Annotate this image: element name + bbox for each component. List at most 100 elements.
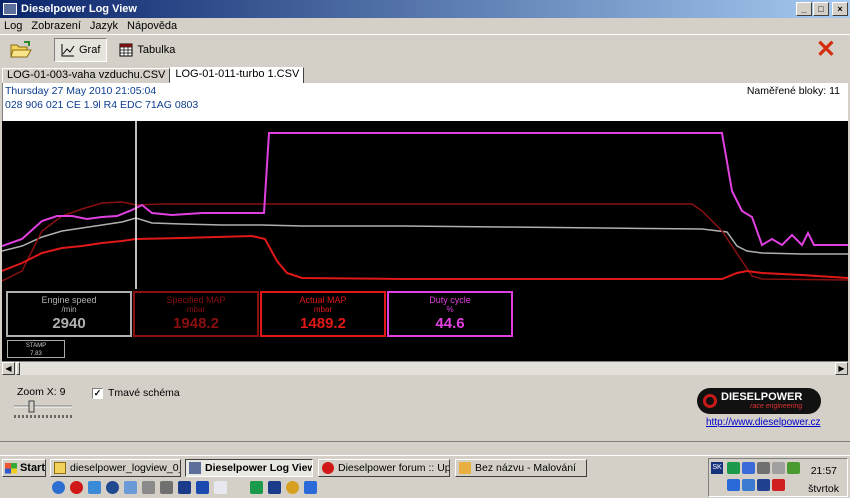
dark-scheme-label: Tmavé schéma <box>108 387 180 399</box>
player-icon[interactable] <box>106 481 119 494</box>
task-paint[interactable]: Bez názvu - Malování <box>455 459 587 477</box>
tray-shield-icon[interactable] <box>772 479 785 491</box>
windows-logo-icon <box>5 462 17 474</box>
zoom-slider[interactable] <box>14 400 74 420</box>
tray-display-icon[interactable] <box>757 479 770 491</box>
menu-bar: Log Zobrazení Jazyk Nápověda <box>0 18 850 34</box>
zoom-label: Zoom X: 9 <box>17 386 66 398</box>
chart-scrollbar[interactable]: ◀ ▶ <box>2 361 848 375</box>
graph-view-button[interactable]: Graf <box>54 37 108 62</box>
app-green-icon[interactable] <box>250 481 263 494</box>
maximize-button[interactable]: □ <box>813 2 829 16</box>
logo-swirl-icon <box>703 394 717 408</box>
website-link[interactable]: http://www.dieselpower.cz <box>706 417 821 428</box>
menu-log[interactable]: Log <box>4 20 22 32</box>
menu-help[interactable]: Nápověda <box>127 20 177 32</box>
task-label: Dieselpower forum :: Upl... <box>338 462 450 474</box>
series-line-specified-map <box>2 201 848 282</box>
logo-title: DIESELPOWER <box>721 391 803 403</box>
graph-label: Graf <box>79 43 101 56</box>
menu-view[interactable]: Zobrazení <box>31 20 81 32</box>
task-opera-forum[interactable]: Dieselpower forum :: Upl... <box>318 459 450 477</box>
gauge-name: Engine speed <box>41 295 97 305</box>
ie-icon[interactable] <box>52 481 65 494</box>
stamp-value: 7.83 <box>30 351 42 357</box>
log-datetime: Thursday 27 May 2010 21:05:04 <box>5 85 157 97</box>
tray-app-icon[interactable] <box>727 462 740 474</box>
log-info-panel: Thursday 27 May 2010 21:05:04 028 906 02… <box>2 83 848 121</box>
series-line-engine-speed <box>2 217 848 255</box>
start-label: Start <box>19 462 45 474</box>
start-button[interactable]: Start <box>2 459 46 477</box>
calculator-icon[interactable] <box>196 481 209 494</box>
log-chart[interactable]: Engine speed /min 2940 Specified MAP mba… <box>2 121 848 361</box>
open-file-button[interactable] <box>8 38 34 62</box>
gauge-actual-map: Actual MAP mbar 1489.2 <box>260 291 386 337</box>
tray-network-icon[interactable] <box>742 462 755 474</box>
table-view-button[interactable]: Tabulka <box>113 38 181 62</box>
gauge-duty-cycle: Duty cycle % 44.6 <box>387 291 513 337</box>
app-icon <box>3 3 17 15</box>
document-icon[interactable] <box>214 481 227 494</box>
tray-monitor-icon[interactable] <box>727 479 740 491</box>
dark-scheme-checkbox[interactable]: ✓ <box>92 387 103 399</box>
refresh-icon[interactable] <box>304 481 317 494</box>
opera-icon[interactable] <box>70 481 83 494</box>
title-bar: Dieselpower Log View _ □ × <box>0 0 850 18</box>
gauge-value: 1948.2 <box>173 315 219 332</box>
menu-language[interactable]: Jazyk <box>90 20 118 32</box>
quick-launch <box>52 481 317 494</box>
clock-day: štvrtok <box>808 483 839 495</box>
close-log-icon[interactable]: ✕ <box>816 38 836 62</box>
system-tray: SK 21:57 štvrtok <box>708 458 848 497</box>
ball-icon[interactable] <box>286 481 299 494</box>
toolbar: Graf Tabulka ✕ <box>0 34 850 64</box>
logo-subtitle: race engineering <box>750 403 803 410</box>
windows-taskbar: Start dieselpower_logview_0_... Dieselpo… <box>0 455 850 498</box>
bottom-panel: Zoom X: 9 ✓ Tmavé schéma DIESELPOWER rac… <box>0 376 850 438</box>
file-tabs: LOG-01-003-vaha vzduchu.CSV LOG-01-011-t… <box>2 66 305 84</box>
tray-icons-top <box>727 462 800 474</box>
task-logview[interactable]: Dieselpower Log View <box>185 459 313 477</box>
opera-icon <box>322 462 334 474</box>
tab-file-1[interactable]: LOG-01-003-vaha vzduchu.CSV <box>2 68 171 83</box>
gauge-value: 2940 <box>52 315 86 332</box>
dark-scheme-toggle[interactable]: ✓ Tmavé schéma <box>92 387 180 399</box>
tray-search-icon[interactable] <box>772 462 785 474</box>
gauge-unit: mbar <box>313 305 333 314</box>
volume-icon[interactable] <box>757 462 770 474</box>
table-icon <box>119 43 133 57</box>
desktop-icon[interactable] <box>124 481 137 494</box>
save-icon[interactable] <box>268 481 281 494</box>
car-icon[interactable] <box>142 481 155 494</box>
language-indicator[interactable]: SK <box>711 462 723 474</box>
close-button[interactable]: × <box>832 2 848 16</box>
tray-mail-icon[interactable] <box>742 479 755 491</box>
media-icon[interactable] <box>88 481 101 494</box>
gauge-unit: /min <box>61 305 77 314</box>
ecu-info: 028 906 021 CE 1.9l R4 EDC 71AG 0803 <box>5 99 199 111</box>
tab-file-2[interactable]: LOG-01-011-turbo 1.CSV <box>170 67 305 84</box>
total-icon[interactable] <box>178 481 191 494</box>
scroll-left-button[interactable]: ◀ <box>2 362 15 375</box>
person-icon[interactable] <box>232 481 245 494</box>
gauge-value: 1489.2 <box>300 315 346 332</box>
gauge-name: Actual MAP <box>299 295 347 305</box>
stamp-box: STAMP 7.83 <box>7 340 65 358</box>
table-label: Tabulka <box>137 43 176 56</box>
clock-time[interactable]: 21:57 <box>811 465 837 477</box>
task-explorer-folder[interactable]: dieselpower_logview_0_... <box>50 459 181 477</box>
gauge-unit: mbar <box>186 305 206 314</box>
scroll-thumb[interactable] <box>16 362 20 375</box>
gauge-name: Specified MAP <box>166 295 226 305</box>
tray-icons-bottom <box>727 479 785 491</box>
car2-icon[interactable] <box>160 481 173 494</box>
tray-tool-icon[interactable] <box>787 462 800 474</box>
paint-icon <box>459 462 471 474</box>
gauge-unit: % <box>446 305 454 314</box>
gauge-engine-speed: Engine speed /min 2940 <box>6 291 132 337</box>
scroll-right-button[interactable]: ▶ <box>835 362 848 375</box>
folder-icon <box>54 462 66 474</box>
task-label: Dieselpower Log View <box>205 462 313 474</box>
minimize-button[interactable]: _ <box>796 2 812 16</box>
